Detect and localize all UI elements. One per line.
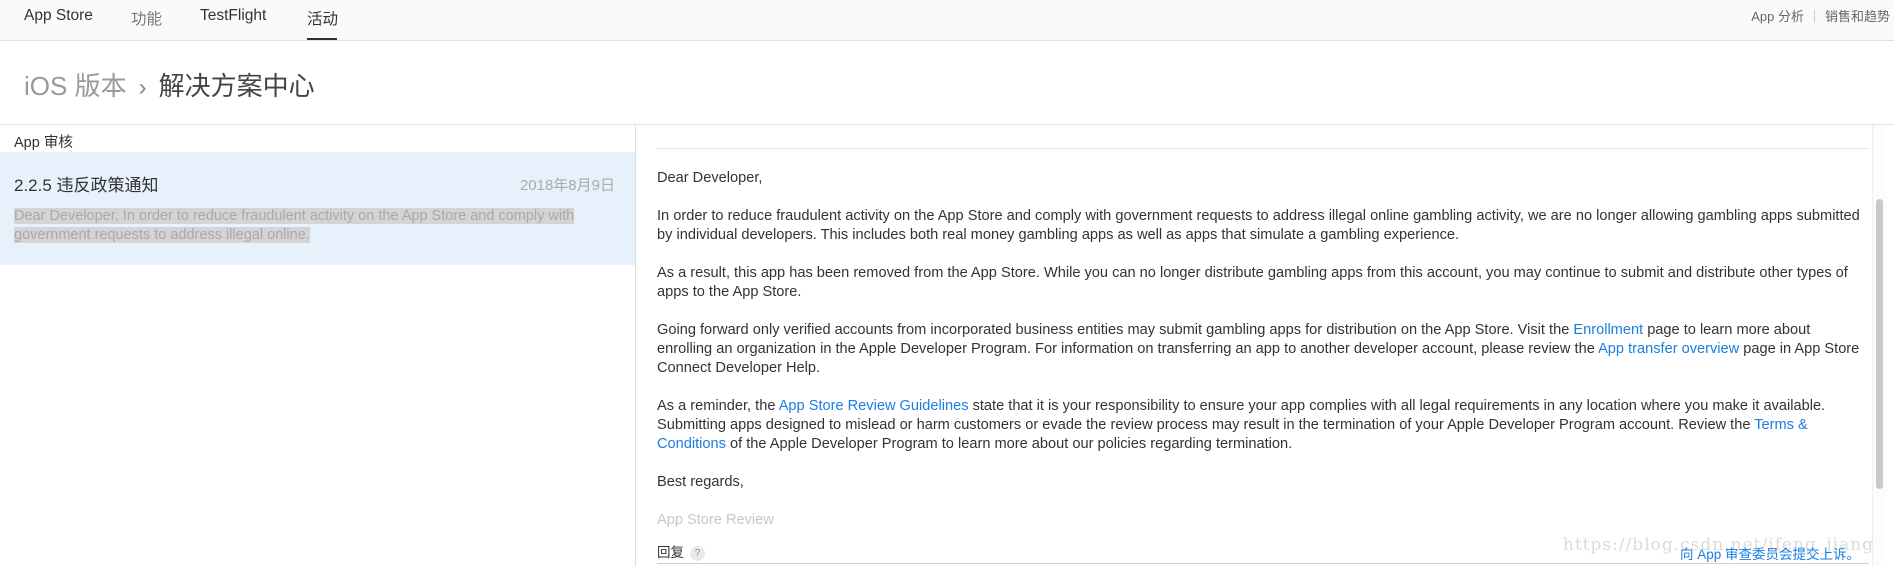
top-nav: App Store 功能 TestFlight 活动 App 分析 销售和趋势 — [0, 0, 1894, 41]
help-icon[interactable]: ? — [690, 546, 705, 561]
app-transfer-overview-link[interactable]: App transfer overview — [1598, 341, 1739, 357]
section-label-app-review: App 审核 — [14, 135, 73, 151]
reply-header: 回复? — [657, 541, 705, 561]
letter-paragraph-1: In order to reduce fraudulent activity o… — [657, 207, 1860, 243]
letter-greeting: Dear Developer, — [657, 170, 763, 186]
header-links: App 分析 销售和趋势 — [1751, 6, 1890, 25]
scrollbar-thumb[interactable] — [1876, 199, 1883, 489]
tab-testflight[interactable]: TestFlight — [200, 7, 266, 25]
submit-appeal-link[interactable]: 向 App 审查委员会提交上诉。 — [1680, 543, 1860, 563]
page-title: 解决方案中心 — [158, 71, 315, 101]
reply-input-border — [657, 563, 1869, 564]
letter-text: As a reminder, the — [657, 398, 779, 414]
link-divider — [1813, 10, 1815, 23]
sales-trends-link[interactable]: 销售和趋势 — [1825, 9, 1890, 24]
breadcrumb: iOS 版本 › 解决方案中心 — [24, 66, 315, 103]
letter-paragraph-3: Going forward only verified accounts fro… — [657, 321, 1869, 379]
review-guidelines-link[interactable]: App Store Review Guidelines — [779, 398, 969, 414]
letter-signature: App Store Review — [657, 512, 774, 528]
message-date: 2018年8月9日 — [519, 177, 615, 194]
letter-closing: Best regards, — [657, 474, 744, 491]
message-preview: Dear Developer, In order to reduce fraud… — [14, 207, 576, 245]
letter-text: of the Apple Developer Program to learn … — [725, 436, 1293, 453]
enrollment-link[interactable]: Enrollment — [1573, 322, 1643, 338]
letter-text: Going forward only verified accounts fro… — [657, 321, 1574, 338]
message-body: Dear Developer, In order to reduce fraud… — [657, 169, 1869, 549]
message-detail-pane: Dear Developer, In order to reduce fraud… — [637, 125, 1894, 566]
letter-paragraph-4: As a reminder, the App Store Review Guid… — [657, 397, 1869, 455]
active-tab-indicator — [307, 38, 337, 40]
message-preview-text: Dear Developer, In order to reduce fraud… — [14, 208, 575, 243]
scrollbar-track[interactable] — [1872, 125, 1886, 566]
message-item[interactable]: 2.2.5 违反政策通知 2018年8月9日 Dear Developer, I… — [0, 152, 635, 265]
reply-label: 回复 — [657, 545, 684, 560]
message-title: 2.2.5 违反政策通知 — [14, 176, 159, 195]
tab-activity[interactable]: 活动 — [307, 7, 338, 29]
tab-app-store[interactable]: App Store — [24, 7, 93, 25]
letter-paragraph-2: As a result, this app has been removed f… — [657, 264, 1848, 300]
message-list-pane: App 审核 2.2.5 违反政策通知 2018年8月9日 Dear Devel… — [0, 125, 636, 566]
tab-features[interactable]: 功能 — [131, 7, 162, 29]
content-divider — [657, 148, 1869, 149]
chevron-right-icon: › — [138, 74, 147, 101]
app-analytics-link[interactable]: App 分析 — [1751, 9, 1804, 24]
breadcrumb-ios-version[interactable]: iOS 版本 — [24, 71, 127, 101]
